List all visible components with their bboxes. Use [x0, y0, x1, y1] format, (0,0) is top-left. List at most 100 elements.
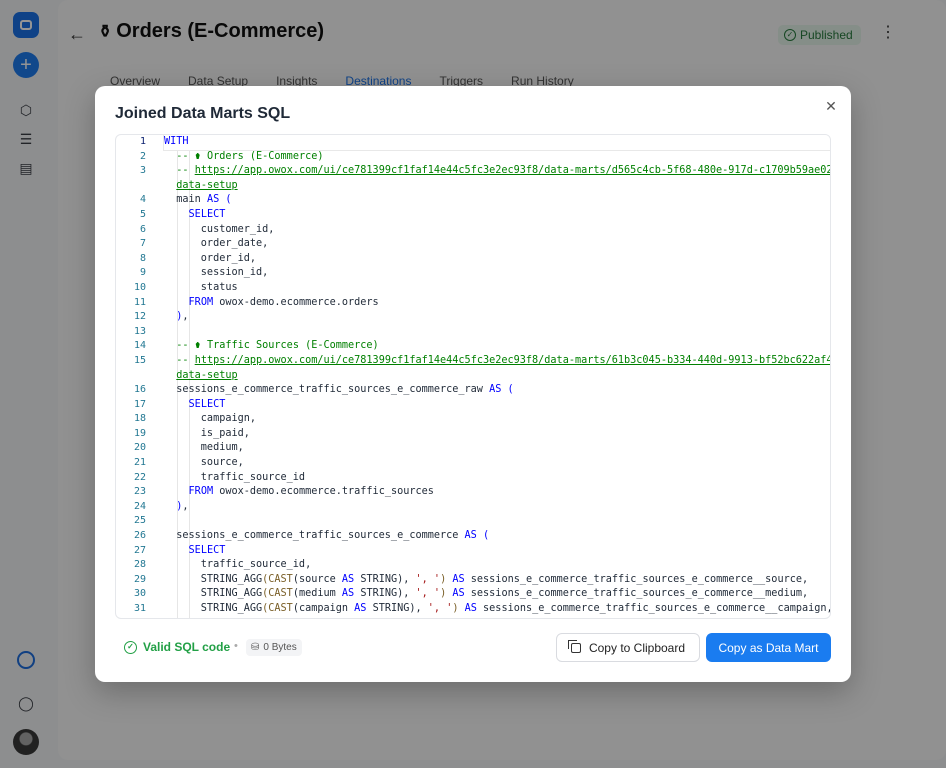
sql-modal: Joined Data Marts SQL ✕ 1 WITH 2 -- ⚱ Orde… [95, 86, 851, 682]
copy-as-data-mart-button[interactable]: Copy as Data Mart [706, 633, 831, 662]
code-text: traffic_source_id [164, 471, 306, 483]
code-line[interactable]: 18 campaign, [134, 412, 830, 427]
code-text: -- https://app.owox.com/ui/ce781399cf1fa… [176, 165, 831, 177]
code-line[interactable]: 21 source, [134, 456, 830, 471]
line-number: 18 [133, 413, 146, 425]
code-line[interactable]: 20 medium, [134, 441, 830, 456]
code-line[interactable]: 6 customer_id, [140, 223, 830, 238]
line-number: 10 [133, 281, 146, 293]
code-line[interactable]: 3 -- https://app.owox.com/ui/ce781399cf1… [140, 164, 831, 179]
code-text: main AS ( [164, 194, 232, 206]
line-number: 7 [139, 238, 146, 250]
line-number: 20 [133, 442, 146, 454]
modal-title: Joined Data Marts SQL [115, 105, 291, 122]
code-line[interactable]: 28 traffic_source_id, [134, 558, 830, 573]
code-text: SELECT [188, 398, 226, 410]
code-text: traffic_source_id, [164, 559, 312, 571]
line-number: 23 [133, 486, 146, 498]
code-text: status [164, 281, 238, 293]
code-text: source, [164, 457, 244, 469]
code-text: STRING_AGG(CAST(source AS STRING), ', ')… [164, 573, 809, 585]
line-number: 31 [133, 603, 146, 614]
code-text: -- https://app.owox.com/ui/ce781399cf1fa… [176, 354, 831, 366]
code-line[interactable]: 25 [134, 514, 830, 529]
line-number: 13 [133, 325, 146, 337]
code-text: order_date, [164, 238, 269, 250]
code-text: order_id, [164, 252, 257, 264]
code-text: campaign, [164, 413, 257, 425]
code-text: is_paid, [164, 427, 250, 439]
code-line[interactable]: data-setup [164, 179, 830, 194]
code-line[interactable]: 7 order_date, [140, 237, 830, 252]
line-number: 6 [139, 223, 146, 235]
line-number: 3 [139, 165, 146, 177]
code-text: session_id, [164, 267, 269, 279]
code-line[interactable]: 14 -- ⚱ Traffic Sources (E-Commerce) [134, 339, 830, 354]
code-line[interactable]: 8 order_id, [140, 252, 830, 267]
line-number: 22 [133, 471, 146, 483]
code-text: SELECT [188, 544, 226, 556]
valid-sql-status: ✓ Valid SQL code [124, 640, 230, 654]
code-line[interactable]: 16 sessions_e_commerce_traffic_sources_e… [134, 383, 830, 398]
line-number: 30 [133, 588, 146, 600]
code-line[interactable]: data-setup [164, 369, 830, 384]
code-text: STRING_AGG(CAST(medium AS STRING), ', ')… [164, 588, 809, 600]
code-line[interactable]: 29 STRING_AGG(CAST(source AS STRING), ',… [134, 573, 830, 588]
code-line[interactable]: 15 -- https://app.owox.com/ui/ce781399cf… [134, 354, 831, 369]
code-line[interactable]: 26 sessions_e_commerce_traffic_sources_e… [134, 529, 830, 544]
code-text: medium, [164, 442, 244, 454]
code-text: sessions_e_commerce_traffic_sources_e_co… [164, 384, 514, 396]
code-line[interactable]: 31 STRING_AGG(CAST(campaign AS STRING), … [134, 602, 831, 617]
code-line[interactable]: 5 SELECT [140, 208, 830, 223]
close-icon[interactable]: ✕ [823, 98, 839, 114]
code-line[interactable]: 23 FROM owox-demo.ecommerce.traffic_sour… [134, 485, 830, 500]
code-line[interactable]: 4 main AS ( [140, 193, 830, 208]
line-number: 5 [139, 208, 146, 220]
code-line[interactable]: 27 SELECT [134, 544, 830, 559]
line-number: 27 [133, 544, 146, 556]
code-line[interactable]: 24 ), [134, 500, 830, 515]
line-number: 17 [133, 398, 146, 410]
code-text: FROM owox-demo.ecommerce.orders [188, 296, 379, 308]
code-line[interactable]: 9 session_id, [140, 266, 830, 281]
code-text: -- ⚱ Traffic Sources (E-Commerce) [176, 340, 379, 352]
code-line[interactable]: 17 SELECT [134, 398, 830, 413]
line-number: 21 [133, 457, 146, 469]
code-text: SELECT [188, 208, 226, 220]
code-text: WITH [164, 136, 189, 147]
copy-icon [567, 639, 581, 653]
code-line[interactable]: 22 traffic_source_id [134, 471, 830, 486]
separator-dot: • [234, 640, 238, 652]
code-line[interactable]: 2 -- ⚱ Orders (E-Commerce) [140, 150, 830, 165]
sql-code-editor[interactable]: 1 WITH 2 -- ⚱ Orders (E-Commerce) 3 -- http… [115, 134, 831, 619]
database-icon: ⛁ [251, 642, 260, 653]
line-number: 11 [133, 296, 146, 308]
bytes-badge: ⛁ 0 Bytes [246, 639, 302, 656]
copy-to-clipboard-button[interactable]: Copy to Clipboard [556, 633, 700, 662]
code-line[interactable]: 12 ), [134, 310, 830, 325]
code-line[interactable]: 30 STRING_AGG(CAST(medium AS STRING), ',… [134, 587, 830, 602]
line-number: 15 [133, 354, 146, 366]
line-number: 14 [133, 340, 146, 352]
check-circle-icon: ✓ [124, 640, 137, 654]
code-text: -- ⚱ Orders (E-Commerce) [176, 150, 324, 162]
code-area[interactable]: 1 WITH 2 -- ⚱ Orders (E-Commerce) 3 -- http… [134, 135, 831, 617]
code-line[interactable]: 1 WITH [140, 135, 830, 151]
code-text: STRING_AGG(CAST(campaign AS STRING), ', … [164, 603, 831, 614]
line-number: 2 [139, 150, 146, 162]
line-number: 26 [133, 530, 146, 542]
code-line[interactable]: 19 is_paid, [134, 427, 830, 442]
line-number: 29 [133, 573, 146, 585]
code-text: ), [176, 311, 189, 323]
code-line[interactable]: 13 [134, 325, 830, 340]
line-number: 4 [139, 194, 146, 206]
code-line[interactable]: 10 status [134, 281, 830, 296]
code-text: data-setup [176, 179, 238, 191]
line-number: 28 [133, 559, 146, 571]
line-number: 9 [139, 267, 146, 279]
line-number: 8 [139, 252, 146, 264]
code-text: customer_id, [164, 223, 275, 235]
code-line[interactable]: 11 FROM owox-demo.ecommerce.orders [134, 296, 830, 311]
line-number: 24 [133, 500, 146, 512]
line-number: 12 [133, 311, 146, 323]
